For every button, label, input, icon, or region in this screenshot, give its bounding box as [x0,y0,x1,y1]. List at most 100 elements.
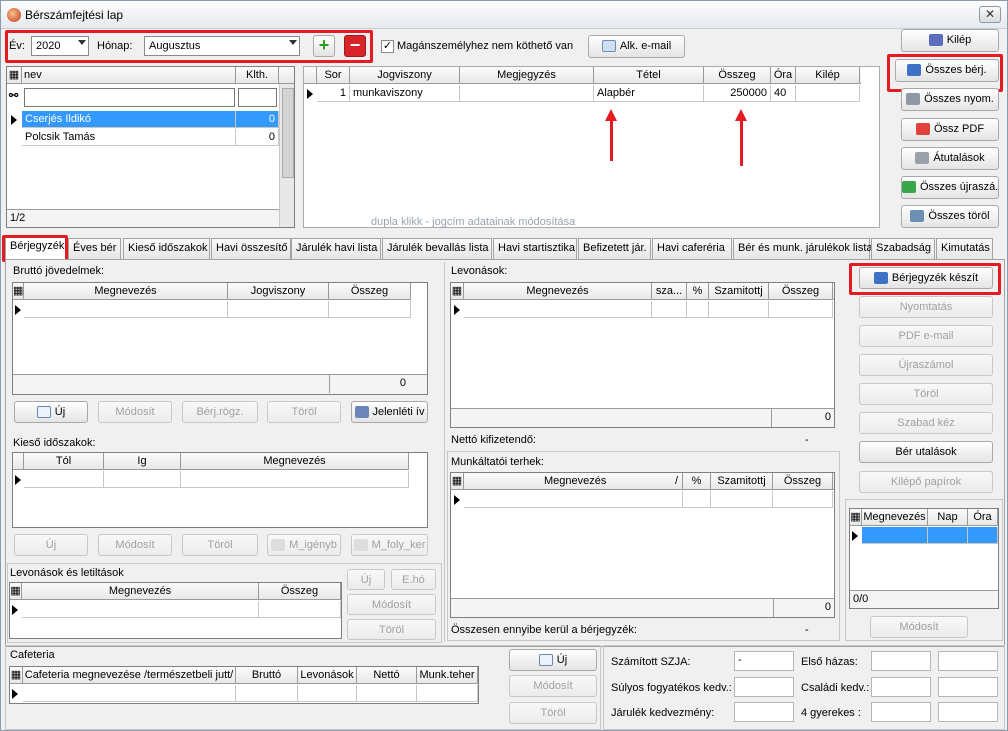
attendance-sheet-button[interactable]: Jelenléti ív [351,401,428,423]
szja-field[interactable]: - [734,651,794,671]
tab-szabadsag[interactable]: Szabadság [871,238,935,259]
gyerekes-field[interactable] [871,702,931,722]
remove-month-button[interactable]: − [344,35,366,57]
kieso-row-cell[interactable] [181,471,409,488]
wage-transfers-button[interactable]: Bér utalások [859,441,993,463]
munkaltatoi-row-cell[interactable] [683,491,711,508]
grid-settings-icon[interactable]: ▦ [7,67,22,84]
day-hour-row-cell[interactable] [928,527,968,544]
col-nev[interactable]: nev [22,67,236,84]
col-megnevezes[interactable]: Megnevezés / [464,473,683,490]
cafeteria-row-cell[interactable] [357,685,417,702]
jarulek-field[interactable] [734,702,794,722]
letiltas-month-button[interactable]: E.hó [391,569,436,590]
levonasok-row-cell[interactable] [769,301,833,318]
transfers-button[interactable]: Átutalások [901,147,999,170]
col-ig[interactable]: Ig [104,453,181,470]
elso-hazas-field-2[interactable] [938,651,998,671]
cafeteria-new-button[interactable]: Új [509,649,597,671]
tab-havi-caferia[interactable]: Havi caferéria [652,238,732,259]
add-month-button[interactable]: + [313,35,335,57]
levonasok-row-cell[interactable] [687,301,709,318]
tab-kimutatas[interactable]: Kimutatás [936,238,993,259]
levonas-row-cell[interactable] [22,601,259,618]
col-ora[interactable]: Óra [968,509,998,526]
exit-button[interactable]: Kilép [901,29,999,52]
employee-row-name[interactable]: Polcsik Tamás [22,129,236,146]
col-munk-teher[interactable]: Munk.teher [417,667,478,684]
col-nap[interactable]: Nap [928,509,968,526]
gyerekes-field-2[interactable] [938,702,998,722]
tab-ber-es-munk-jarulekok-lista[interactable]: Bér és munk. járulékok lista [733,238,873,259]
employee-row-klth[interactable]: 0 [236,129,279,146]
csaladi-field-2[interactable] [938,677,998,697]
col-klth[interactable]: Klth. [236,67,279,84]
cafeteria-modify-button[interactable]: Módosít [509,675,597,697]
employee-scrollbar[interactable] [279,84,294,227]
kieso-row-cell[interactable] [24,471,104,488]
create-payslip-button[interactable]: Bérjegyzék készít [859,267,993,289]
grid-settings-icon[interactable]: ▦ [10,667,23,684]
csaladi-field[interactable] [871,677,931,697]
col-kilep[interactable]: Kilép [796,67,860,84]
col-levonasok[interactable]: Levonások [298,667,357,684]
recalculate-button[interactable]: Újraszámol [859,354,993,376]
brutto-record-button[interactable]: Bérj.rögz. [182,401,258,423]
delete-button[interactable]: Töröl [859,383,993,405]
free-hand-button[interactable]: Szabad kéz [859,412,993,434]
col-sor[interactable]: Sor [317,67,350,84]
grid-settings-icon[interactable]: ▦ [10,583,22,600]
item-osszeg[interactable]: 250000 [704,85,771,102]
kieso-delete-button[interactable]: Töröl [182,534,258,556]
col-szazalek[interactable]: % [687,283,709,300]
all-pdf-button[interactable]: Össz PDF [901,118,999,141]
tab-havi-osszesito[interactable]: Havi összesítő [211,238,291,259]
year-select[interactable]: 2020 [31,36,89,56]
col-szazalek-alap[interactable]: sza... [652,283,687,300]
brutto-row-cell[interactable] [24,301,228,318]
klth-filter-input[interactable] [238,88,277,107]
letiltas-new-button[interactable]: Új [347,569,385,590]
exit-papers-button[interactable]: Kilépő papírok [859,471,993,493]
col-szamitottj[interactable]: Szamitottj [711,473,773,490]
grid-settings-icon[interactable]: ▦ [13,283,24,300]
col-megnevezes[interactable]: Megnevezés [464,283,652,300]
tab-befizetett-jar[interactable]: Befizetett jár. [578,238,651,259]
grid-settings-icon[interactable]: ▦ [451,473,464,490]
col-megnevezes[interactable]: Megnevezés [862,509,928,526]
cafeteria-row-cell[interactable] [23,685,236,702]
col-megnevezes[interactable]: Megnevezés [22,583,259,600]
col-osszeg[interactable]: Összeg [773,473,833,490]
employee-row-name[interactable]: Cserjés Ildikó [22,111,236,128]
sulyos-field[interactable] [734,677,794,697]
munkaltatoi-row-cell[interactable] [773,491,833,508]
col-szamitottj[interactable]: Szamitottj [709,283,769,300]
levonasok-row-cell[interactable] [464,301,652,318]
day-hour-row-cell[interactable] [862,527,928,544]
brutto-new-button[interactable]: Új [14,401,88,423]
delete-all-button[interactable]: Összes töröl [901,205,999,228]
tab-kieso-idoszakok[interactable]: Kieső időszakok [123,238,210,259]
day-hour-row-cell[interactable] [968,527,998,544]
item-kilep[interactable] [796,85,860,102]
item-megjegyzes[interactable] [460,85,594,102]
col-netto[interactable]: Nettó [357,667,417,684]
grid-settings-icon[interactable]: ▦ [451,283,464,300]
munkaltatoi-row-cell[interactable] [711,491,773,508]
all-payslips-button[interactable]: Összes bérj. [895,59,999,82]
cafeteria-delete-button[interactable]: Töröl [509,702,597,724]
col-jogviszony[interactable]: Jogviszony [228,283,329,300]
brutto-row-cell[interactable] [228,301,329,318]
levonas-row-cell[interactable] [259,601,341,618]
kieso-row-cell[interactable] [104,471,181,488]
name-filter-input[interactable] [24,88,235,107]
tab-eves-ber[interactable]: Éves bér [68,238,121,259]
tab-jarulek-bevallas-lista[interactable]: Járulék bevallás lista [382,238,492,259]
cafeteria-row-cell[interactable] [298,685,357,702]
day-hour-modify-button[interactable]: Módosít [870,616,968,638]
item-tetel[interactable]: Alapbér [594,85,704,102]
pdf-email-button[interactable]: PDF e-mail [859,325,993,347]
recalc-all-button[interactable]: Összes újraszá. [901,176,999,199]
private-person-checkbox[interactable]: ✓ [381,40,394,53]
brutto-modify-button[interactable]: Módosít [98,401,172,423]
